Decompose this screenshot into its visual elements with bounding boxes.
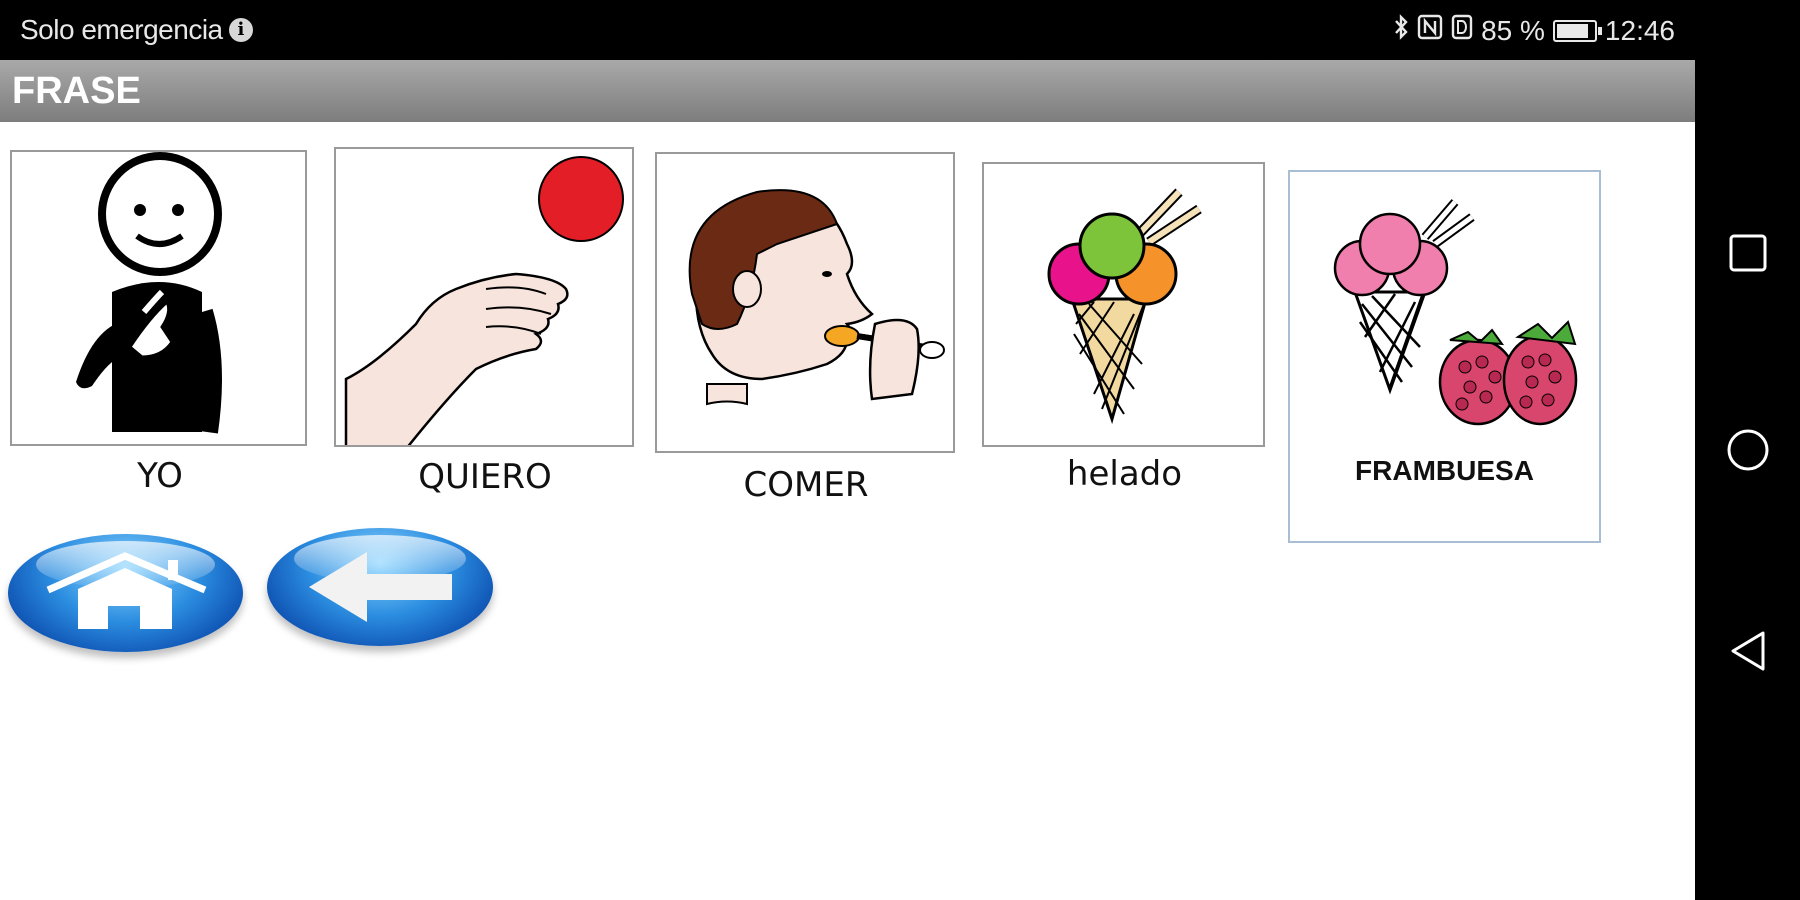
raspberry-ice-cream-icon [1333, 199, 1578, 426]
pictogram-card-yo[interactable]: YO [10, 150, 310, 496]
pictogram-frame [655, 152, 955, 453]
clock: 12:46 [1604, 14, 1675, 46]
carrier-text: Solo emergencia [20, 14, 223, 45]
home-circle-icon [1727, 429, 1768, 471]
status-right: 85 % 12:46 [1393, 14, 1675, 47]
home-button[interactable] [8, 534, 243, 652]
battery-icon [1552, 19, 1602, 42]
app-content: FRASE YO QUIERO COMER helado FRAMBUESA [0, 60, 1695, 900]
system-back-button[interactable] [1695, 616, 1800, 686]
pictogram-frame [982, 162, 1265, 447]
person-pointing-self-icon [76, 152, 222, 434]
pictogram-label: YO [137, 456, 183, 496]
arrow-left-icon [309, 552, 452, 622]
back-triangle-icon [1731, 631, 1764, 671]
data-icon [1451, 14, 1473, 47]
info-icon: i [228, 18, 253, 42]
recent-apps-button[interactable] [1695, 218, 1800, 288]
pictogram-label: FRAMBUESA [1355, 455, 1534, 486]
back-button[interactable] [267, 528, 493, 646]
system-navigation-bar [1695, 0, 1800, 900]
pictogram-card-quiero[interactable]: QUIERO [334, 147, 636, 497]
nfc-icon [1417, 14, 1443, 47]
pictogram-card-frambuesa[interactable]: FRAMBUESA [1288, 170, 1601, 543]
status-left: Solo emergencia i [20, 14, 253, 46]
pictogram-label: helado [1066, 454, 1183, 494]
recent-apps-icon [1729, 234, 1766, 272]
person-eating-icon [688, 189, 945, 406]
pictogram-label: COMER [743, 465, 869, 505]
bluetooth-icon [1393, 14, 1409, 47]
pictogram-frame [334, 147, 634, 447]
system-home-button[interactable] [1695, 415, 1800, 485]
ice-cream-cone-icon [1047, 188, 1202, 425]
home-icon [46, 552, 207, 629]
pictogram-card-helado[interactable]: helado [982, 162, 1267, 494]
status-bar: Solo emergencia i 85 % 12:46 [0, 0, 1695, 60]
page-title: FRASE [0, 60, 1695, 122]
hand-reaching-ball-icon [344, 156, 624, 445]
pictogram-card-comer[interactable]: COMER [655, 152, 957, 505]
pictogram-frame [10, 150, 307, 446]
pictogram-label: QUIERO [418, 457, 552, 497]
battery-percent: 85 % [1481, 14, 1545, 46]
